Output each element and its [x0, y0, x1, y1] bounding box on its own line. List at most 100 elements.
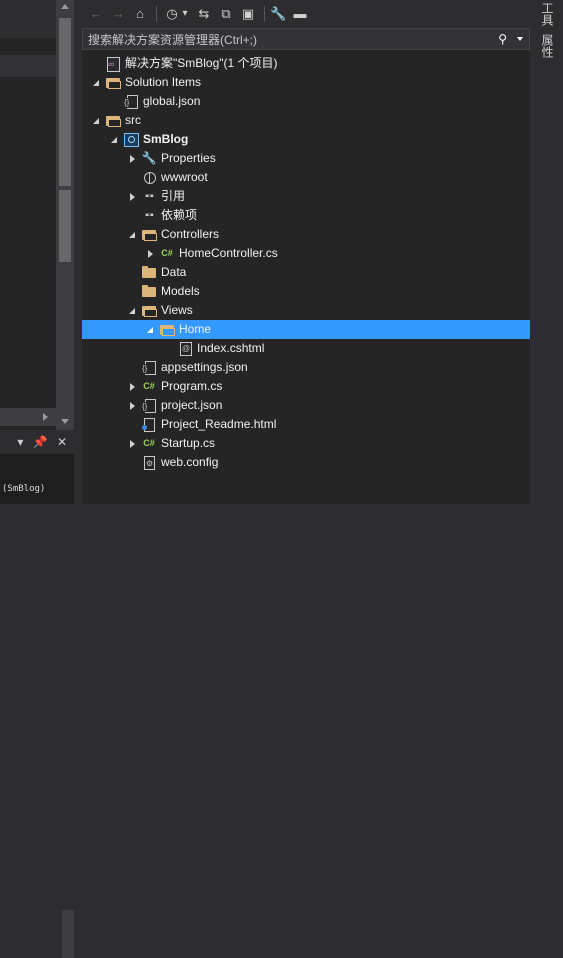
- tree-item[interactable]: C# Startup.cs: [82, 434, 530, 453]
- side-tab-strip: 工具 属性: [530, 0, 563, 504]
- tree-item[interactable]: 解决方案"SmBlog"(1 个项目): [82, 54, 530, 73]
- solution-explorer: ← → ⌂ ◷ ▾ ⇆ ⧉ ▣ 🔧 ▬ 搜索解决方案资源管理器(Ctrl+;) …: [82, 0, 530, 504]
- folder-icon: [141, 265, 157, 280]
- csharp-file-icon: C#: [161, 248, 173, 258]
- project-icon: [123, 132, 139, 147]
- json-file-icon: [123, 94, 139, 109]
- editor-current-line: [0, 55, 56, 77]
- tree-item[interactable]: 🔧 Properties: [82, 149, 530, 168]
- history-icon[interactable]: ◷: [164, 4, 180, 24]
- editor-horizontal-scrollbar[interactable]: [0, 408, 56, 426]
- collapse-arrow-icon[interactable]: [128, 301, 138, 320]
- expand-arrow-icon[interactable]: [128, 187, 138, 206]
- back-icon[interactable]: ←: [88, 4, 104, 24]
- folder-open-icon: [105, 75, 121, 90]
- preview-icon[interactable]: ▬: [292, 4, 308, 24]
- output-scrollbar[interactable]: [62, 910, 74, 958]
- tree-item-label: Models: [161, 284, 200, 298]
- tree-item-label: Views: [161, 303, 193, 317]
- output-panel-header: ▾ 📌 ✕: [0, 432, 74, 454]
- expand-arrow-icon[interactable]: [146, 244, 156, 263]
- home-icon[interactable]: ⌂: [132, 4, 148, 24]
- scroll-up-icon[interactable]: [61, 4, 69, 9]
- panel-controls-icon[interactable]: ▾ 📌 ✕: [17, 435, 70, 449]
- tree-item[interactable]: C# Program.cs: [82, 377, 530, 396]
- json-file-icon: [141, 398, 157, 413]
- tree-item[interactable]: Solution Items: [82, 73, 530, 92]
- tree-item[interactable]: wwwroot: [82, 168, 530, 187]
- collapse-all-icon[interactable]: ⧉: [218, 4, 234, 24]
- forward-icon[interactable]: →: [110, 4, 126, 24]
- editor-header: [0, 0, 56, 38]
- tree-item[interactable]: C# HomeController.cs: [82, 244, 530, 263]
- tree-item[interactable]: global.json: [82, 92, 530, 111]
- tree-item[interactable]: Controllers: [82, 225, 530, 244]
- tree-item[interactable]: web.config: [82, 453, 530, 472]
- folder-open-icon: [141, 227, 157, 242]
- solution-icon: [105, 56, 121, 72]
- config-file-icon: [141, 455, 157, 470]
- collapse-arrow-icon[interactable]: [92, 73, 102, 92]
- tree-item[interactable]: SmBlog: [82, 130, 530, 149]
- tree-item[interactable]: ▪▫▪ 引用: [82, 187, 530, 206]
- scrollbar-thumb-secondary[interactable]: [59, 190, 71, 262]
- editor-vertical-scrollbar[interactable]: [56, 0, 74, 430]
- tree-item[interactable]: project.json: [82, 396, 530, 415]
- tab-properties[interactable]: 属性: [538, 34, 554, 58]
- toolbar-separator: [264, 6, 265, 22]
- history-dropdown-icon[interactable]: ▾: [180, 4, 190, 24]
- razor-file-icon: [177, 341, 193, 356]
- sync-icon[interactable]: ⇆: [196, 4, 212, 24]
- tree-item[interactable]: src: [82, 111, 530, 130]
- collapse-arrow-icon[interactable]: [146, 320, 156, 339]
- tree-item[interactable]: Home: [82, 320, 530, 339]
- tree-item-label: Solution Items: [125, 75, 202, 89]
- tree-item-label: SmBlog: [143, 132, 189, 146]
- tab-toolbox[interactable]: 工具: [538, 2, 554, 26]
- reference-icon: ▪▫▪: [145, 191, 154, 202]
- collapse-arrow-icon[interactable]: [128, 225, 138, 244]
- folder-open-icon: [159, 322, 175, 337]
- collapse-arrow-icon[interactable]: [92, 111, 102, 130]
- tree-item-label: Index.cshtml: [197, 341, 265, 355]
- html-file-icon: [141, 417, 157, 432]
- wrench-icon: 🔧: [141, 151, 157, 165]
- tree-item-label: wwwroot: [161, 170, 208, 184]
- editor-text-region[interactable]: [0, 0, 56, 430]
- csharp-file-icon: C#: [143, 438, 155, 448]
- output-text: (SmBlog): [2, 484, 46, 494]
- solution-explorer-toolbar: ← → ⌂ ◷ ▾ ⇆ ⧉ ▣ 🔧 ▬: [82, 0, 530, 28]
- tree-item[interactable]: Project_Readme.html: [82, 415, 530, 434]
- search-options-dropdown-icon[interactable]: [517, 37, 523, 41]
- expand-arrow-icon[interactable]: [128, 396, 138, 415]
- editor-area: [0, 0, 74, 430]
- tree-item-label: Program.cs: [161, 379, 223, 393]
- scroll-down-icon[interactable]: [61, 419, 69, 424]
- collapse-arrow-icon[interactable]: [110, 130, 120, 149]
- folder-icon: [141, 284, 157, 299]
- tree-item[interactable]: Data: [82, 263, 530, 282]
- reference-icon: ▪▫▪: [145, 210, 154, 221]
- tree-item[interactable]: Index.cshtml: [82, 339, 530, 358]
- search-input[interactable]: 搜索解决方案资源管理器(Ctrl+;): [88, 32, 257, 48]
- search-box[interactable]: 搜索解决方案资源管理器(Ctrl+;) ⚲: [82, 28, 530, 50]
- tree-item[interactable]: ▪▫▪ 依赖项: [82, 206, 530, 225]
- tree-item[interactable]: Views: [82, 301, 530, 320]
- tree-item-label: HomeController.cs: [179, 246, 278, 260]
- tree-item-label: web.config: [161, 455, 219, 469]
- expand-arrow-icon[interactable]: [128, 377, 138, 396]
- tree-item-label: global.json: [143, 94, 201, 108]
- expand-arrow-icon[interactable]: [128, 434, 138, 453]
- scrollbar-thumb[interactable]: [59, 18, 71, 186]
- tree-item[interactable]: Models: [82, 282, 530, 301]
- expand-arrow-icon[interactable]: [128, 149, 138, 168]
- scroll-right-icon[interactable]: [43, 413, 48, 421]
- tree-item[interactable]: appsettings.json: [82, 358, 530, 377]
- tree-item-label: Startup.cs: [161, 436, 216, 450]
- show-all-files-icon[interactable]: ▣: [240, 4, 256, 24]
- solution-tree: 解决方案"SmBlog"(1 个项目) Solution Items global.…: [82, 54, 530, 472]
- search-icon[interactable]: ⚲: [498, 32, 507, 46]
- tree-item-label: Properties: [161, 151, 216, 165]
- properties-icon[interactable]: 🔧: [270, 4, 286, 24]
- folder-open-icon: [141, 303, 157, 318]
